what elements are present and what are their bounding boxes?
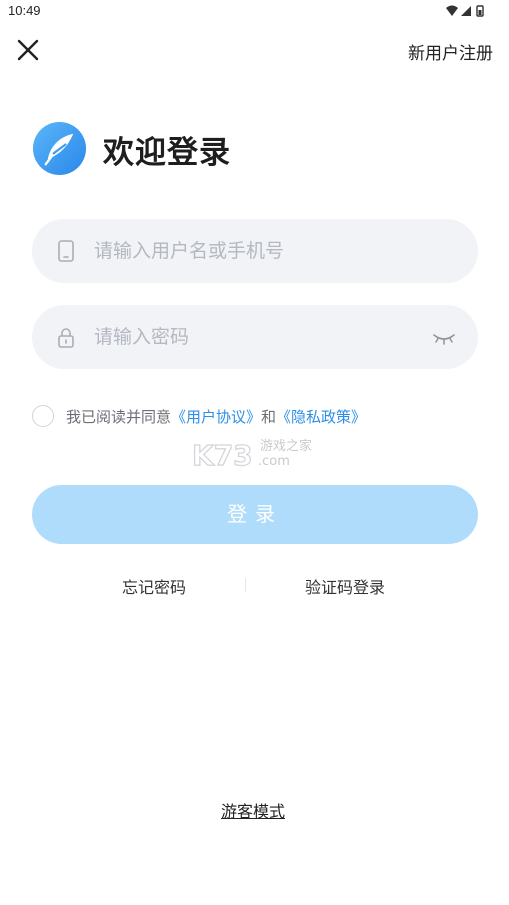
password-field: [32, 305, 478, 369]
register-link[interactable]: 新用户注册: [408, 39, 493, 64]
signal-icon: [461, 6, 471, 16]
status-time: 10:49: [8, 3, 41, 18]
lock-icon: [58, 328, 74, 348]
password-input[interactable]: [94, 305, 424, 369]
privacy-policy-link[interactable]: 《隐私政策》: [276, 406, 366, 427]
link-divider: [245, 578, 246, 592]
agreement-checkbox[interactable]: [32, 405, 54, 427]
agreement-conjunction: 和: [261, 407, 277, 426]
username-input[interactable]: [94, 219, 424, 283]
user-agreement-link[interactable]: 《用户协议》: [171, 406, 261, 427]
status-bar: 10:49: [0, 0, 509, 22]
eye-closed-icon[interactable]: [432, 331, 456, 345]
login-button[interactable]: 登录: [32, 485, 478, 544]
agreement-prefix: 我已阅读并同意: [66, 407, 172, 426]
feather-logo-icon: [32, 121, 87, 176]
page-title: 欢迎登录: [103, 135, 231, 171]
watermark-site-name: 游戏之家: [260, 438, 312, 454]
sms-login-link[interactable]: 验证码登录: [305, 574, 385, 598]
watermark-brand: K73: [192, 439, 253, 470]
forgot-password-link[interactable]: 忘记密码: [122, 574, 186, 598]
status-icons: [446, 5, 484, 17]
wifi-icon: [446, 5, 458, 16]
username-field: [32, 219, 478, 283]
guest-mode-link[interactable]: 游客模式: [221, 798, 285, 822]
agreement-row: 我已阅读并同意 《用户协议》 和 《隐私政策》: [32, 405, 366, 427]
k73-watermark-logo: K73 游戏之家 .com: [191, 438, 312, 470]
close-icon[interactable]: [12, 34, 44, 66]
watermark-domain: .com: [258, 454, 290, 469]
phone-icon: [58, 240, 74, 262]
